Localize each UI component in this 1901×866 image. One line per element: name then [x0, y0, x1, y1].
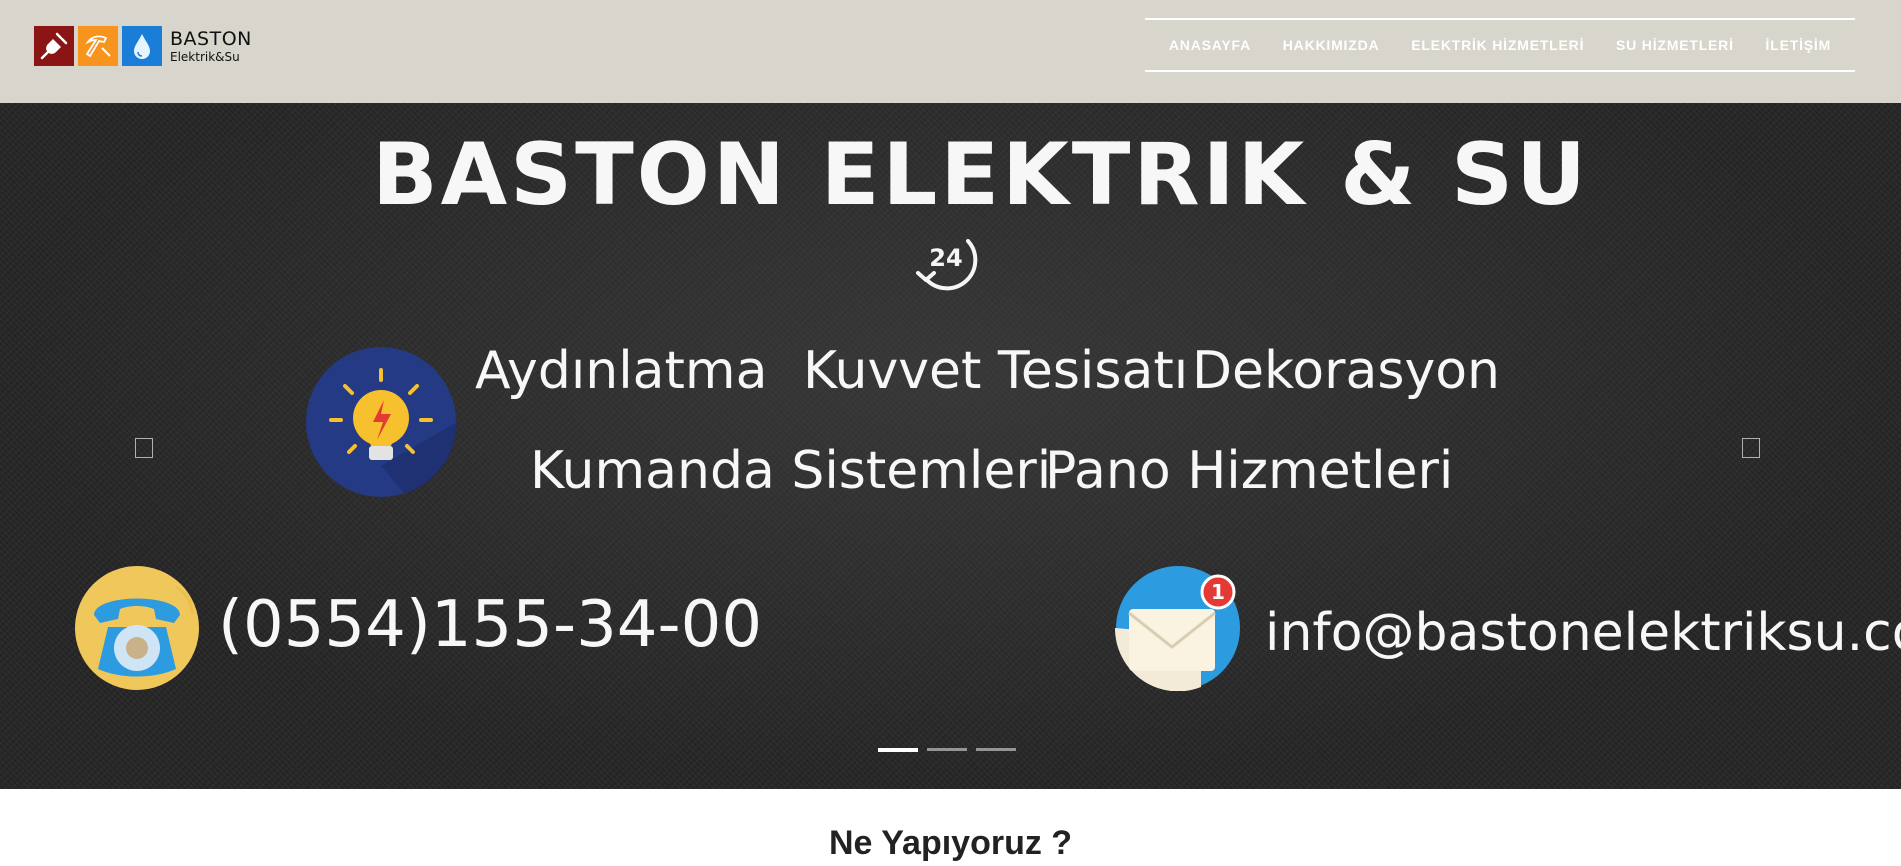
service-dekorasyon: Dekorasyon — [1192, 341, 1500, 401]
service-kumanda-sistemleri: Kumanda Sistemleri — [530, 441, 1052, 501]
nav-item-anasayfa[interactable]: ANASAYFA — [1169, 37, 1251, 53]
slider-indicator-3[interactable] — [976, 748, 1016, 751]
light-bulb-icon — [305, 346, 457, 498]
slider-next-button[interactable] — [1742, 438, 1760, 458]
logo-subtitle: Elektrik&Su — [170, 49, 240, 64]
mail-notification-count: 1 — [1211, 580, 1225, 604]
slider-indicator-1[interactable] — [878, 748, 918, 752]
slider-indicator-2[interactable] — [927, 748, 967, 751]
badge-24-label: 24 — [929, 244, 962, 272]
main-nav: ANASAYFA HAKKIMIZDA ELEKTRİK HİZMETLERİ … — [1145, 18, 1855, 72]
slider-indicators — [878, 748, 1016, 752]
nav-item-elektrik-hizmetleri[interactable]: ELEKTRİK HİZMETLERİ — [1411, 37, 1584, 53]
section-title: Ne Yapıyoruz ? — [828, 824, 1073, 862]
site-header: BASTON Elektrik&Su ANASAYFA HAKKIMIZDA E… — [0, 0, 1901, 103]
hammer-icon — [78, 26, 118, 66]
slide-title: BASTON ELEKTRIK & SU — [372, 125, 1589, 225]
nav-item-su-hizmetleri[interactable]: SU HİZMETLERİ — [1616, 37, 1734, 53]
mail-icon: 1 — [1114, 565, 1241, 692]
plug-icon — [34, 26, 74, 66]
nav-item-hakkimizda[interactable]: HAKKIMIZDA — [1283, 37, 1380, 53]
service-pano-hizmetleri: Pano Hizmetleri — [1045, 441, 1454, 501]
24-hour-service-icon: 24 — [910, 223, 986, 299]
logo-text: BASTON Elektrik&Su — [170, 27, 252, 64]
site-logo[interactable]: BASTON Elektrik&Su — [34, 25, 252, 67]
contact-email[interactable]: info@bastonelektriksu.com — [1265, 603, 1901, 663]
phone-icon — [74, 565, 200, 691]
slider-prev-button[interactable] — [135, 438, 153, 458]
nav-item-iletisim[interactable]: İLETİŞİM — [1766, 37, 1832, 53]
service-kuvvet-tesisati: Kuvvet Tesisatı — [803, 341, 1189, 401]
hero-slider: BASTON ELEKTRIK & SU 24 Aydınlatma Kuvve… — [0, 103, 1901, 789]
contact-phone[interactable]: (0554)155-34-00 — [218, 588, 762, 662]
logo-brand: BASTON — [170, 27, 252, 50]
service-aydinlatma: Aydınlatma — [475, 341, 768, 401]
water-drop-icon — [122, 26, 162, 66]
